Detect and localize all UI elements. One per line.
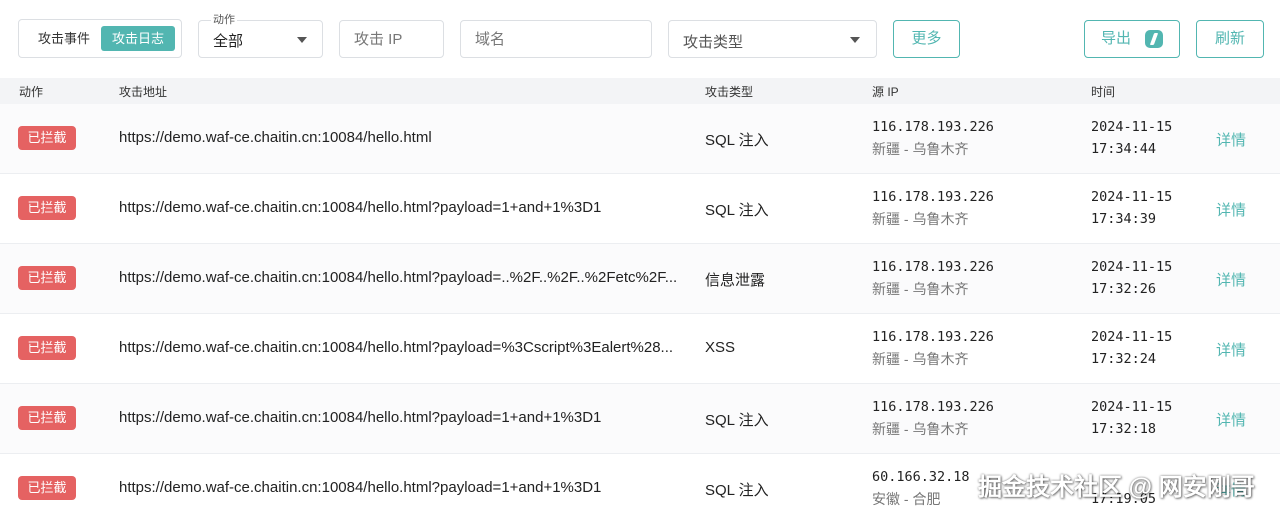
column-header-source-ip: 源 IP — [872, 85, 899, 99]
table-row[interactable]: 已拦截 https://demo.waf-ce.chaitin.cn:10084… — [0, 174, 1280, 244]
blocked-badge: 已拦截 — [18, 406, 76, 430]
filter-toolbar: 攻击事件 攻击日志 动作 全部 攻击类型 更多 导出 刷新 — [0, 0, 1280, 78]
attack-type-select[interactable]: 攻击类型 — [668, 20, 877, 58]
blocked-badge: 已拦截 — [18, 476, 76, 500]
blocked-badge: 已拦截 — [18, 126, 76, 150]
tab-attack-events[interactable]: 攻击事件 — [27, 26, 101, 51]
detail-link[interactable]: 详情 — [1216, 339, 1246, 360]
action-select-value: 全部 — [213, 33, 244, 50]
detail-link[interactable]: 详情 — [1216, 269, 1246, 290]
table-row[interactable]: 已拦截 https://demo.waf-ce.chaitin.cn:10084… — [0, 104, 1280, 174]
event-time: 17:34:44 — [1091, 141, 1157, 157]
column-header-action: 动作 — [19, 85, 44, 99]
chevron-down-icon — [850, 37, 860, 43]
attack-type: 信息泄露 — [705, 272, 766, 289]
attack-url: https://demo.waf-ce.chaitin.cn:10084/hel… — [119, 129, 432, 146]
view-toggle: 攻击事件 攻击日志 — [18, 19, 182, 58]
source-ip: 116.178.193.226 — [872, 259, 994, 275]
column-header-url: 攻击地址 — [119, 85, 168, 99]
table-row[interactable]: 已拦截 https://demo.waf-ce.chaitin.cn:10084… — [0, 314, 1280, 384]
action-select[interactable]: 动作 全部 — [198, 11, 323, 58]
attack-type: XSS — [705, 339, 736, 356]
event-date: 2024-11-15 — [1091, 189, 1173, 205]
domain-input[interactable] — [461, 21, 651, 57]
attack-url: https://demo.waf-ce.chaitin.cn:10084/hel… — [119, 479, 602, 496]
source-ip: 116.178.193.226 — [872, 399, 994, 415]
column-header-attack-type: 攻击类型 — [705, 85, 754, 99]
source-location: 新疆 - 乌鲁木齐 — [872, 421, 969, 437]
refresh-button[interactable]: 刷新 — [1196, 20, 1264, 58]
watermark: 掘金技术社区 @ 网安刚哥 — [978, 474, 1255, 501]
column-header-time: 时间 — [1091, 85, 1116, 99]
source-ip: 116.178.193.226 — [872, 329, 994, 345]
attack-type: SQL 注入 — [705, 482, 769, 499]
detail-link[interactable]: 详情 — [1216, 199, 1246, 220]
attack-type: SQL 注入 — [705, 202, 769, 219]
tab-attack-logs[interactable]: 攻击日志 — [101, 26, 176, 51]
event-date: 2024-11-15 — [1091, 329, 1173, 345]
event-time: 17:32:24 — [1091, 351, 1157, 367]
chevron-down-icon — [297, 37, 307, 43]
event-time: 17:32:26 — [1091, 281, 1157, 297]
table-row[interactable]: 已拦截 https://demo.waf-ce.chaitin.cn:10084… — [0, 244, 1280, 314]
attack-type-select-value: 攻击类型 — [683, 34, 744, 51]
table-header: 动作 攻击地址 攻击类型 源 IP 时间 — [0, 78, 1280, 104]
attack-ip-input[interactable] — [340, 21, 443, 57]
export-button[interactable]: 导出 — [1084, 20, 1180, 58]
more-filters-button[interactable]: 更多 — [893, 20, 960, 58]
event-date: 2024-11-15 — [1091, 259, 1173, 275]
attack-type: SQL 注入 — [705, 412, 769, 429]
blocked-badge: 已拦截 — [18, 336, 76, 360]
detail-link[interactable]: 详情 — [1216, 129, 1246, 150]
attack-url: https://demo.waf-ce.chaitin.cn:10084/hel… — [119, 269, 678, 286]
source-location: 新疆 - 乌鲁木齐 — [872, 211, 969, 227]
attack-ip-field — [339, 20, 444, 58]
attack-type: SQL 注入 — [705, 132, 769, 149]
export-button-label: 导出 — [1101, 30, 1132, 47]
source-ip: 116.178.193.226 — [872, 119, 994, 135]
source-location: 新疆 - 乌鲁木齐 — [872, 281, 969, 297]
event-time: 17:34:39 — [1091, 211, 1157, 227]
source-ip: 60.166.32.18 — [872, 469, 970, 485]
table-row[interactable]: 已拦截 https://demo.waf-ce.chaitin.cn:10084… — [0, 384, 1280, 454]
attack-url: https://demo.waf-ce.chaitin.cn:10084/hel… — [119, 409, 602, 426]
source-location: 新疆 - 乌鲁木齐 — [872, 351, 969, 367]
detail-link[interactable]: 详情 — [1216, 409, 1246, 430]
source-location: 安徽 - 合肥 — [872, 491, 941, 507]
action-select-label: 动作 — [211, 11, 237, 27]
source-location: 新疆 - 乌鲁木齐 — [872, 141, 969, 157]
event-time: 17:32:18 — [1091, 421, 1157, 437]
domain-field — [460, 20, 652, 58]
event-date: 2024-11-15 — [1091, 399, 1173, 415]
event-date: 2024-11-15 — [1091, 119, 1173, 135]
blocked-badge: 已拦截 — [18, 266, 76, 290]
attack-url: https://demo.waf-ce.chaitin.cn:10084/hel… — [119, 339, 674, 356]
attack-url: https://demo.waf-ce.chaitin.cn:10084/hel… — [119, 199, 602, 216]
blocked-badge: 已拦截 — [18, 196, 76, 220]
export-logo-icon — [1145, 30, 1163, 48]
source-ip: 116.178.193.226 — [872, 189, 994, 205]
